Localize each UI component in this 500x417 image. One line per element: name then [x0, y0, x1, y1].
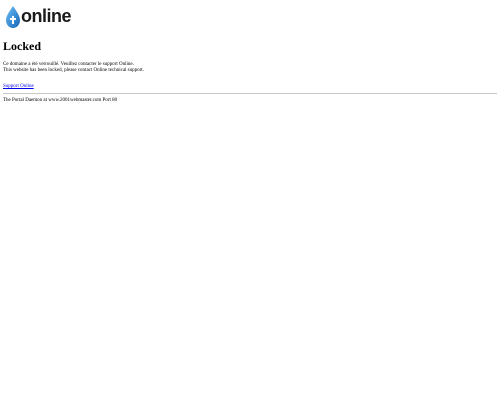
- message-line-en: This website has been locked, please con…: [3, 68, 144, 73]
- t-online-drop-icon: [6, 5, 20, 28]
- server-footer: The Portal Daemon at www.2001webmaster.c…: [3, 98, 118, 103]
- logo-text: online: [21, 5, 72, 26]
- logo: online: [3, 4, 497, 29]
- divider: [3, 93, 497, 94]
- page-title: Locked: [3, 39, 42, 53]
- lock-message: Ce domaine a été verrouillé. Veuillez co…: [3, 62, 497, 74]
- support-online-link[interactable]: Support Online: [3, 84, 497, 89]
- page: online Locked Ce domaine a été verrouill…: [0, 0, 500, 417]
